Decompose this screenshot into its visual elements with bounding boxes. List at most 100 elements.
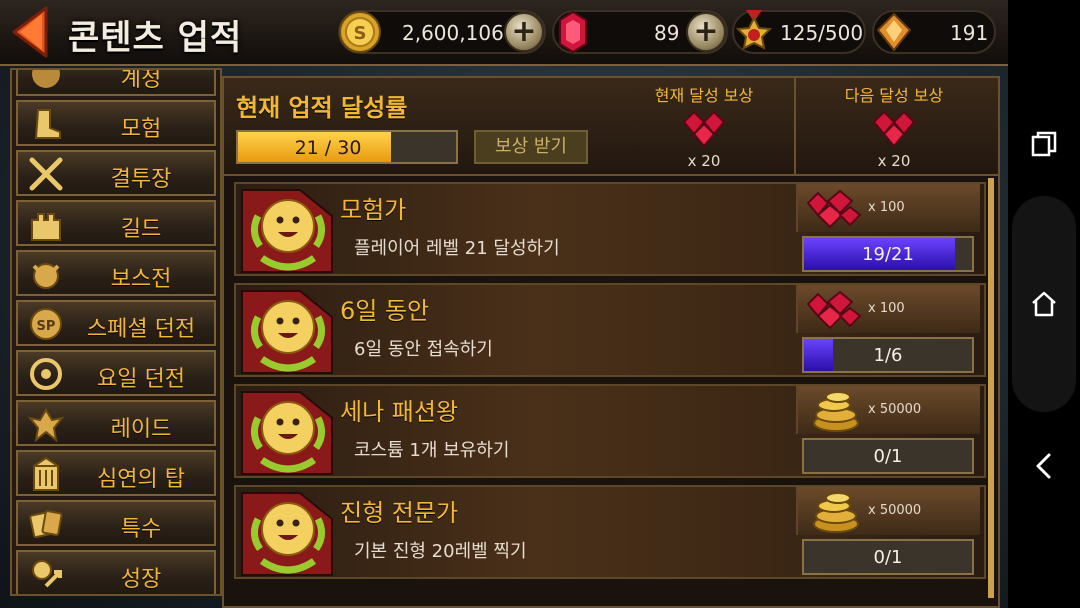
achievement-description: 6일 동안 접속하기 [354,339,493,360]
achievement-progress-text: 1/6 [873,345,903,366]
current-reward-count: x 20 [687,152,721,170]
achievement-title: 모험가 [340,196,407,224]
achievement-title: 세나 패션왕 [340,398,459,426]
sidebar-item-special-dungeon[interactable]: SP 스페셜 던전 [16,300,216,346]
dragon-icon [27,406,65,443]
account-icon [28,70,64,92]
category-sidebar: 계정 모험 결투장 길드 보스전 SP 스페셜 던전 요일 던전 레이드 심연의… [10,68,222,596]
achievement-progress-bar: 0/1 [802,438,974,474]
sidebar-item-growth[interactable]: 성장 [16,550,216,594]
claim-reward-button[interactable]: 보상 받기 [474,130,588,164]
achievement-progress-text: 19/21 [862,244,914,265]
boss-icon [28,256,64,292]
achievement-progress-bar: 19/21 [802,236,974,272]
achievement-summary: 현재 업적 달성률 21 / 30 보상 받기 현재 달성 보상 x 20 다음… [224,78,998,176]
sidebar-item-abyss-tower[interactable]: 심연의 탑 [16,450,216,496]
svg-text:SP: SP [37,319,56,334]
achievement-description: 코스튬 1개 보유하기 [354,440,510,461]
game-screen: 콘텐츠 업적 S 2,600,106 + 89 + 125/500 191 계정… [0,0,1008,608]
achievement-title: 6일 동안 [340,297,430,325]
achievement-reward: x 50000 [796,386,980,434]
add-gems-button[interactable]: + [686,12,726,52]
plus-icon: + [511,14,537,49]
sidebar-item-account[interactable]: 계정 [16,68,216,96]
reward-amount: x 100 [868,301,905,316]
ruby-pile-icon [682,110,726,148]
completion-progress-bar: 21 / 30 [236,130,458,164]
achievement-row[interactable]: 세나 패션왕코스튬 1개 보유하기 x 50000 0/1 [234,384,986,478]
back-button[interactable] [8,4,50,60]
sidebar-item-label: 심연의 탑 [97,467,185,492]
sidebar-item-label: 성장 [120,567,162,592]
ruby-pile-icon [806,189,862,229]
sidebar-item-label: 레이드 [110,417,172,442]
crossed-swords-icon [28,156,64,192]
page-title: 콘텐츠 업적 [68,18,243,58]
sidebar-item-raid[interactable]: 레이드 [16,400,216,446]
gold-coin-stack-icon [813,391,859,432]
next-reward-count: x 20 [877,152,911,170]
sidebar-item-adventure[interactable]: 모험 [16,100,216,146]
ruby-pile-icon [872,110,916,148]
sidebar-item-daily-dungeon[interactable]: 요일 던전 [16,350,216,396]
cards-icon [28,506,64,542]
top-bar: 콘텐츠 업적 S 2,600,106 + 89 + 125/500 191 [0,0,1008,66]
growth-icon [28,556,64,592]
crystal-counter: 191 [872,10,996,54]
achievement-progress-bar: 1/6 [802,337,974,373]
achievement-row[interactable]: 모험가플레이어 레벨 21 달성하기 x 100 19/21 [234,182,986,276]
gem-amount: 89 [654,21,680,45]
sidebar-item-label: 결투장 [110,167,172,192]
achievement-progress-text: 0/1 [873,446,903,467]
completion-progress-text: 21 / 30 [294,137,362,159]
current-reward: 현재 달성 보상 x 20 [606,78,802,174]
achievement-badge-icon [241,189,333,273]
achievement-progress-text: 0/1 [873,547,903,568]
achievement-reward: x 100 [796,184,980,232]
achievement-row[interactable]: 진형 전문가기본 진형 20레벨 찍기 x 50000 0/1 [234,485,986,579]
reward-amount: x 50000 [868,402,922,417]
ruby-gem-icon [559,10,587,54]
sidebar-item-boss[interactable]: 보스전 [16,250,216,296]
sidebar-item-guild[interactable]: 길드 [16,200,216,246]
back-arrow-icon [12,6,48,58]
ruby-pile-icon [806,290,862,330]
recent-apps-button[interactable] [1026,126,1062,162]
back-nav-button[interactable] [1026,448,1062,484]
svg-text:S: S [354,23,367,44]
sidebar-item-arena[interactable]: 결투장 [16,150,216,196]
achievement-description: 기본 진형 20레벨 찍기 [354,541,527,562]
gold-coin-stack-icon [813,492,859,533]
reward-amount: x 100 [868,200,905,215]
crystal-amount: 191 [950,21,989,45]
recent-apps-icon [1031,131,1057,157]
add-gold-button[interactable]: + [504,12,544,52]
reward-amount: x 50000 [868,503,922,518]
gold-amount: 2,600,106 [402,21,504,45]
sidebar-item-label: 특수 [120,517,162,542]
achievement-badge-icon [241,492,333,576]
medal-amount: 125/500 [780,21,864,45]
crystal-icon [876,12,912,52]
achievement-row[interactable]: 6일 동안 6일 동안 접속하기 x 100 1/6 [234,283,986,377]
achievement-badge-icon [241,391,333,475]
sidebar-item-special[interactable]: 특수 [16,500,216,546]
next-reward: 다음 달성 보상 x 20 [796,78,992,174]
sidebar-item-label: 계정 [120,68,162,92]
achievement-reward: x 50000 [796,487,980,535]
sidebar-item-label: 보스전 [110,267,172,292]
achievement-badge-icon [241,290,333,374]
list-scrollbar[interactable] [988,178,994,598]
swirl-icon [28,356,64,392]
sidebar-item-label: 스페셜 던전 [86,317,196,342]
achievement-description: 플레이어 레벨 21 달성하기 [354,238,560,259]
achievement-title: 진형 전문가 [340,499,459,527]
home-button[interactable] [1026,286,1062,322]
back-icon [1036,453,1051,479]
special-dungeon-icon: SP [28,306,64,342]
medal-icon [735,10,773,50]
sidebar-item-label: 길드 [120,217,162,242]
sidebar-item-label: 모험 [120,117,162,142]
system-nav-bar [1008,0,1080,608]
achievement-progress-bar: 0/1 [802,539,974,575]
